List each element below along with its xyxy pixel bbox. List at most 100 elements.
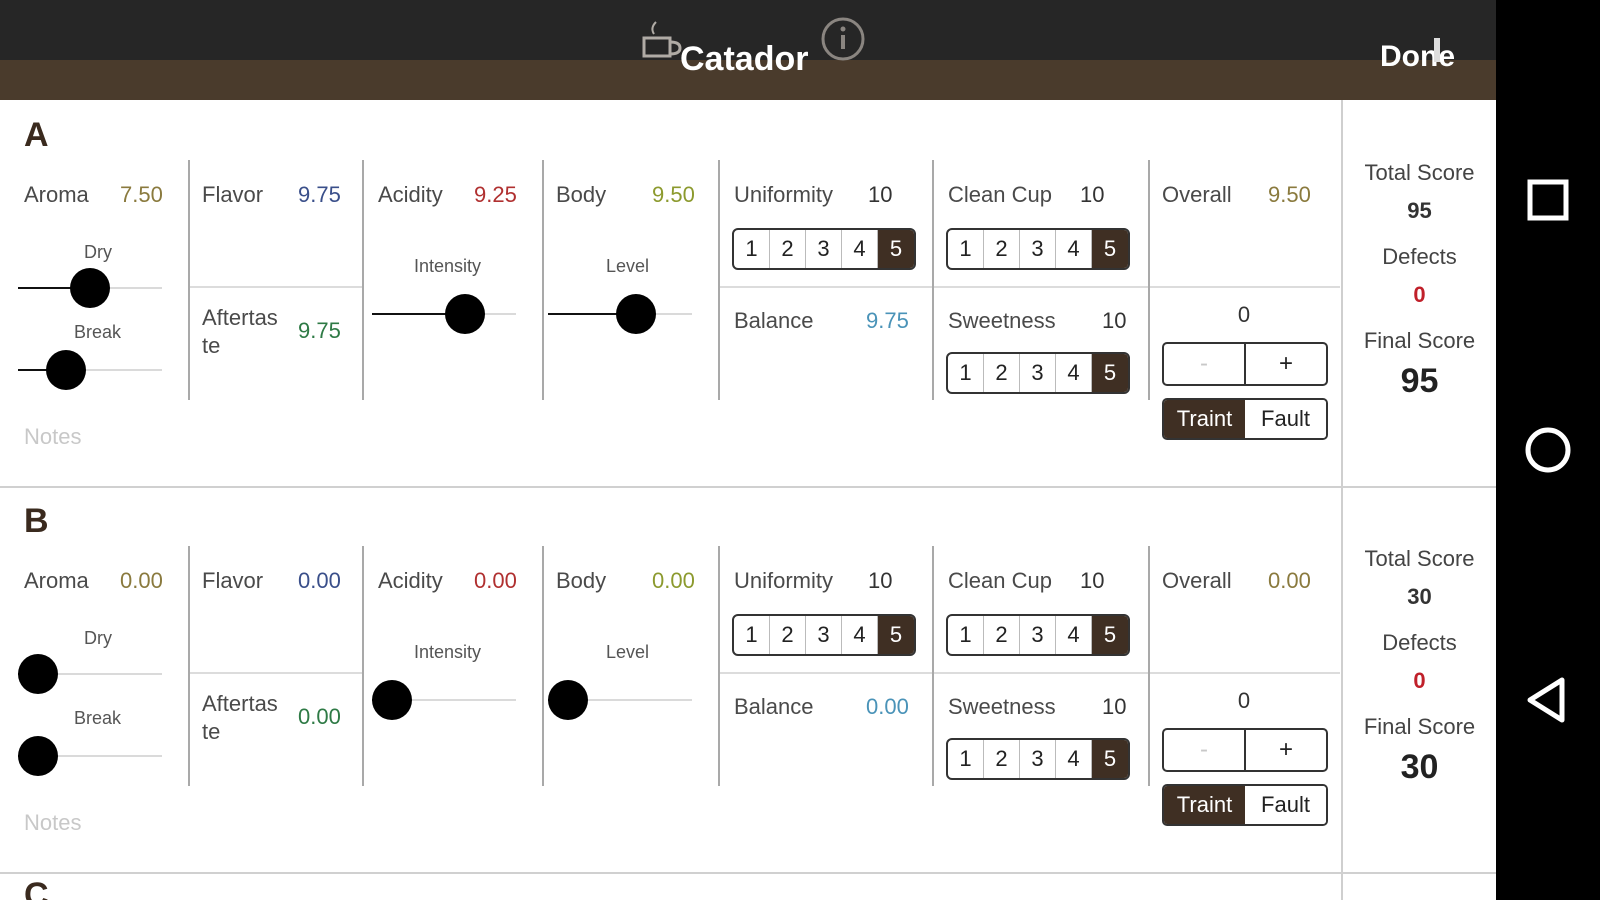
slider-thumb[interactable]	[18, 654, 58, 694]
fault-option[interactable]: Fault	[1245, 400, 1326, 438]
row-divider	[190, 672, 362, 674]
decrement-button[interactable]: -	[1164, 730, 1246, 770]
clean-cup-cups-option[interactable]: 1	[948, 230, 984, 268]
uniformity-cups[interactable]: 12345	[732, 228, 916, 270]
notes-input[interactable]: Notes	[24, 424, 81, 450]
final-score-value: 95	[1400, 362, 1439, 400]
uniformity-cups-option[interactable]: 3	[806, 616, 842, 654]
column-divider	[718, 160, 720, 400]
slider-thumb[interactable]	[445, 294, 485, 334]
clean-cup-cups-option[interactable]: 2	[984, 616, 1020, 654]
uniformity-cups-option[interactable]: 5	[878, 616, 914, 654]
fault-option[interactable]: Fault	[1245, 786, 1326, 824]
clean-cup-cups[interactable]: 12345	[946, 228, 1130, 270]
aroma-label: Aroma	[24, 568, 89, 593]
info-icon[interactable]	[820, 16, 866, 62]
taint-option[interactable]: Traint	[1164, 786, 1245, 824]
clean-cup-cups[interactable]: 12345	[946, 614, 1130, 656]
body-level-slider[interactable]	[548, 294, 692, 334]
triangle-back-icon[interactable]	[1516, 668, 1580, 732]
app-bar: Catador Done	[0, 0, 1496, 100]
total-score-value: 30	[1407, 584, 1432, 609]
slider-thumb[interactable]	[616, 294, 656, 334]
clean-cup-cups-option[interactable]: 3	[1020, 230, 1056, 268]
square-icon[interactable]	[1516, 168, 1580, 232]
defect-stepper[interactable]: - +	[1162, 342, 1328, 386]
defect-type-toggle[interactable]: Traint Fault	[1162, 784, 1328, 826]
clean-cup-cups-option[interactable]: 5	[1092, 230, 1128, 268]
system-nav-bar	[1496, 0, 1600, 900]
clean-cup-cups-option[interactable]: 1	[948, 616, 984, 654]
row-divider	[1150, 286, 1340, 288]
circle-icon[interactable]	[1516, 418, 1580, 482]
clean-cup-cups-option[interactable]: 2	[984, 230, 1020, 268]
clean-cup-cups-option[interactable]: 3	[1020, 616, 1056, 654]
row-divider	[190, 286, 362, 288]
slider-thumb[interactable]	[46, 350, 86, 390]
uniformity-cups-option[interactable]: 2	[770, 230, 806, 268]
uniformity-cups-option[interactable]: 4	[842, 616, 878, 654]
overall-score: 9.50	[1268, 182, 1311, 207]
slider-thumb[interactable]	[70, 268, 110, 308]
increment-button[interactable]: +	[1246, 344, 1326, 384]
body-level-slider[interactable]	[548, 680, 692, 720]
acidity-label: Acidity	[378, 568, 443, 593]
overall-label: Overall	[1162, 568, 1232, 593]
taint-option[interactable]: Traint	[1164, 400, 1245, 438]
uniformity-cups-option[interactable]: 1	[734, 230, 770, 268]
increment-button[interactable]: +	[1246, 730, 1326, 770]
dry-label: Dry	[84, 242, 112, 262]
sweetness-cups[interactable]: 12345	[946, 352, 1130, 394]
score-summary: Total Score 95 Defects 0 Final Score 95	[1343, 160, 1496, 401]
break-slider[interactable]	[18, 350, 162, 390]
sweetness-cups-option[interactable]: 2	[984, 354, 1020, 392]
sweetness-cups-option[interactable]: 3	[1020, 740, 1056, 778]
sweetness-cups-option[interactable]: 1	[948, 354, 984, 392]
defect-type-toggle[interactable]: Traint Fault	[1162, 398, 1328, 440]
notes-input[interactable]: Notes	[24, 810, 81, 836]
uniformity-cups-option[interactable]: 4	[842, 230, 878, 268]
slider-thumb[interactable]	[548, 680, 588, 720]
uniformity-cups[interactable]: 12345	[732, 614, 916, 656]
uniformity-score: 10	[868, 568, 893, 593]
done-button[interactable]: Done	[1380, 40, 1455, 74]
sweetness-cups-option[interactable]: 5	[1092, 354, 1128, 392]
dry-slider[interactable]	[18, 654, 162, 694]
clean-cup-cups-option[interactable]: 5	[1092, 616, 1128, 654]
app-title: Catador	[680, 40, 809, 78]
cupping-sheet: A Aroma 7.50 Dry Break Flavor 9.75 After…	[0, 100, 1496, 900]
sweetness-cups-option[interactable]: 2	[984, 740, 1020, 778]
intensity-slider[interactable]	[372, 294, 516, 334]
slider-thumb[interactable]	[372, 680, 412, 720]
column-divider	[542, 546, 544, 786]
break-slider[interactable]	[18, 736, 162, 776]
intensity-slider[interactable]	[372, 680, 516, 720]
defect-stepper[interactable]: - +	[1162, 728, 1328, 772]
row-divider	[720, 286, 932, 288]
column-divider	[1148, 160, 1150, 400]
column-divider	[932, 546, 934, 786]
uniformity-cups-option[interactable]: 5	[878, 230, 914, 268]
sweetness-cups-option[interactable]: 4	[1056, 740, 1092, 778]
uniformity-cups-option[interactable]: 1	[734, 616, 770, 654]
sweetness-cups-option[interactable]: 4	[1056, 354, 1092, 392]
slider-thumb[interactable]	[18, 736, 58, 776]
sweetness-cups-option[interactable]: 3	[1020, 354, 1056, 392]
uniformity-cups-option[interactable]: 2	[770, 616, 806, 654]
uniformity-cups-option[interactable]: 3	[806, 230, 842, 268]
dry-slider[interactable]	[18, 268, 162, 308]
sweetness-cups-option[interactable]: 5	[1092, 740, 1128, 778]
acidity-label: Acidity	[378, 182, 443, 207]
sample-label: C	[24, 876, 49, 900]
clean-cup-cups-option[interactable]: 4	[1056, 230, 1092, 268]
row-divider	[720, 672, 932, 674]
clean-cup-score: 10	[1080, 568, 1105, 593]
coffee-cup-icon[interactable]	[640, 18, 684, 62]
sweetness-score: 10	[1102, 694, 1127, 719]
sweetness-cups[interactable]: 12345	[946, 738, 1130, 780]
decrement-button[interactable]: -	[1164, 344, 1246, 384]
defects-label: Defects	[1382, 630, 1457, 655]
clean-cup-score: 10	[1080, 182, 1105, 207]
clean-cup-cups-option[interactable]: 4	[1056, 616, 1092, 654]
sweetness-cups-option[interactable]: 1	[948, 740, 984, 778]
